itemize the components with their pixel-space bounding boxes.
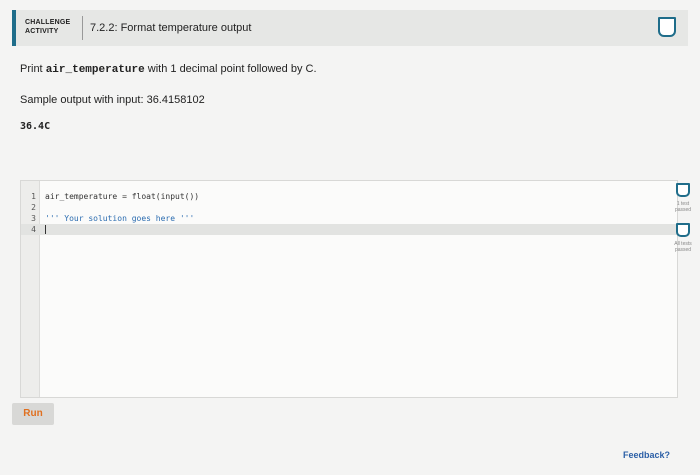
completion-check-icon xyxy=(658,17,676,37)
editor-line-1[interactable]: 1 air_temperature = float(input()) xyxy=(21,191,677,202)
code-comment[interactable]: ''' Your solution goes here ''' xyxy=(45,213,194,224)
test-result-2: All tests passed xyxy=(669,223,697,253)
editor-line-3[interactable]: 3 ''' Your solution goes here ''' xyxy=(21,213,677,224)
header-divider xyxy=(82,16,83,40)
editor-line-4[interactable]: 4 xyxy=(21,224,677,235)
feedback-link[interactable]: Feedback? xyxy=(623,450,670,460)
instructions-prefix: Print xyxy=(20,63,46,75)
editor-line-2[interactable]: 2 xyxy=(21,202,677,213)
activity-title: 7.2.2: Format temperature output xyxy=(90,22,252,34)
line-number: 1 xyxy=(31,192,36,201)
code-text[interactable]: air_temperature = float(input()) xyxy=(45,191,199,202)
line-number: 2 xyxy=(31,203,36,212)
sample-input-text: Sample output with input: 36.4158102 xyxy=(20,94,205,106)
run-button[interactable]: Run xyxy=(12,403,54,425)
text-cursor xyxy=(45,225,46,234)
test-check-icon xyxy=(676,223,690,237)
test-check-icon xyxy=(676,183,690,197)
test-result-label: All tests passed xyxy=(674,241,692,253)
code-editor[interactable]: 1 air_temperature = float(input()) 2 3 '… xyxy=(20,180,692,398)
line-number: 3 xyxy=(31,214,36,223)
test-result-label: 1 test passed xyxy=(674,201,692,213)
challenge-header: CHALLENGE ACTIVITY 7.2.2: Format tempera… xyxy=(12,10,688,46)
test-result-1: 1 test passed xyxy=(669,183,697,213)
badge-line1: CHALLENGE xyxy=(25,19,71,26)
instructions: Print air_temperature with 1 decimal poi… xyxy=(20,63,317,76)
line-number: 4 xyxy=(31,225,36,234)
challenge-activity-badge: CHALLENGE ACTIVITY xyxy=(25,18,81,36)
badge-line2: ACTIVITY xyxy=(25,28,59,35)
sample-output: 36.4C xyxy=(20,121,51,132)
instructions-suffix: with 1 decimal point followed by C. xyxy=(144,63,317,75)
instructions-code: air_temperature xyxy=(45,64,145,76)
